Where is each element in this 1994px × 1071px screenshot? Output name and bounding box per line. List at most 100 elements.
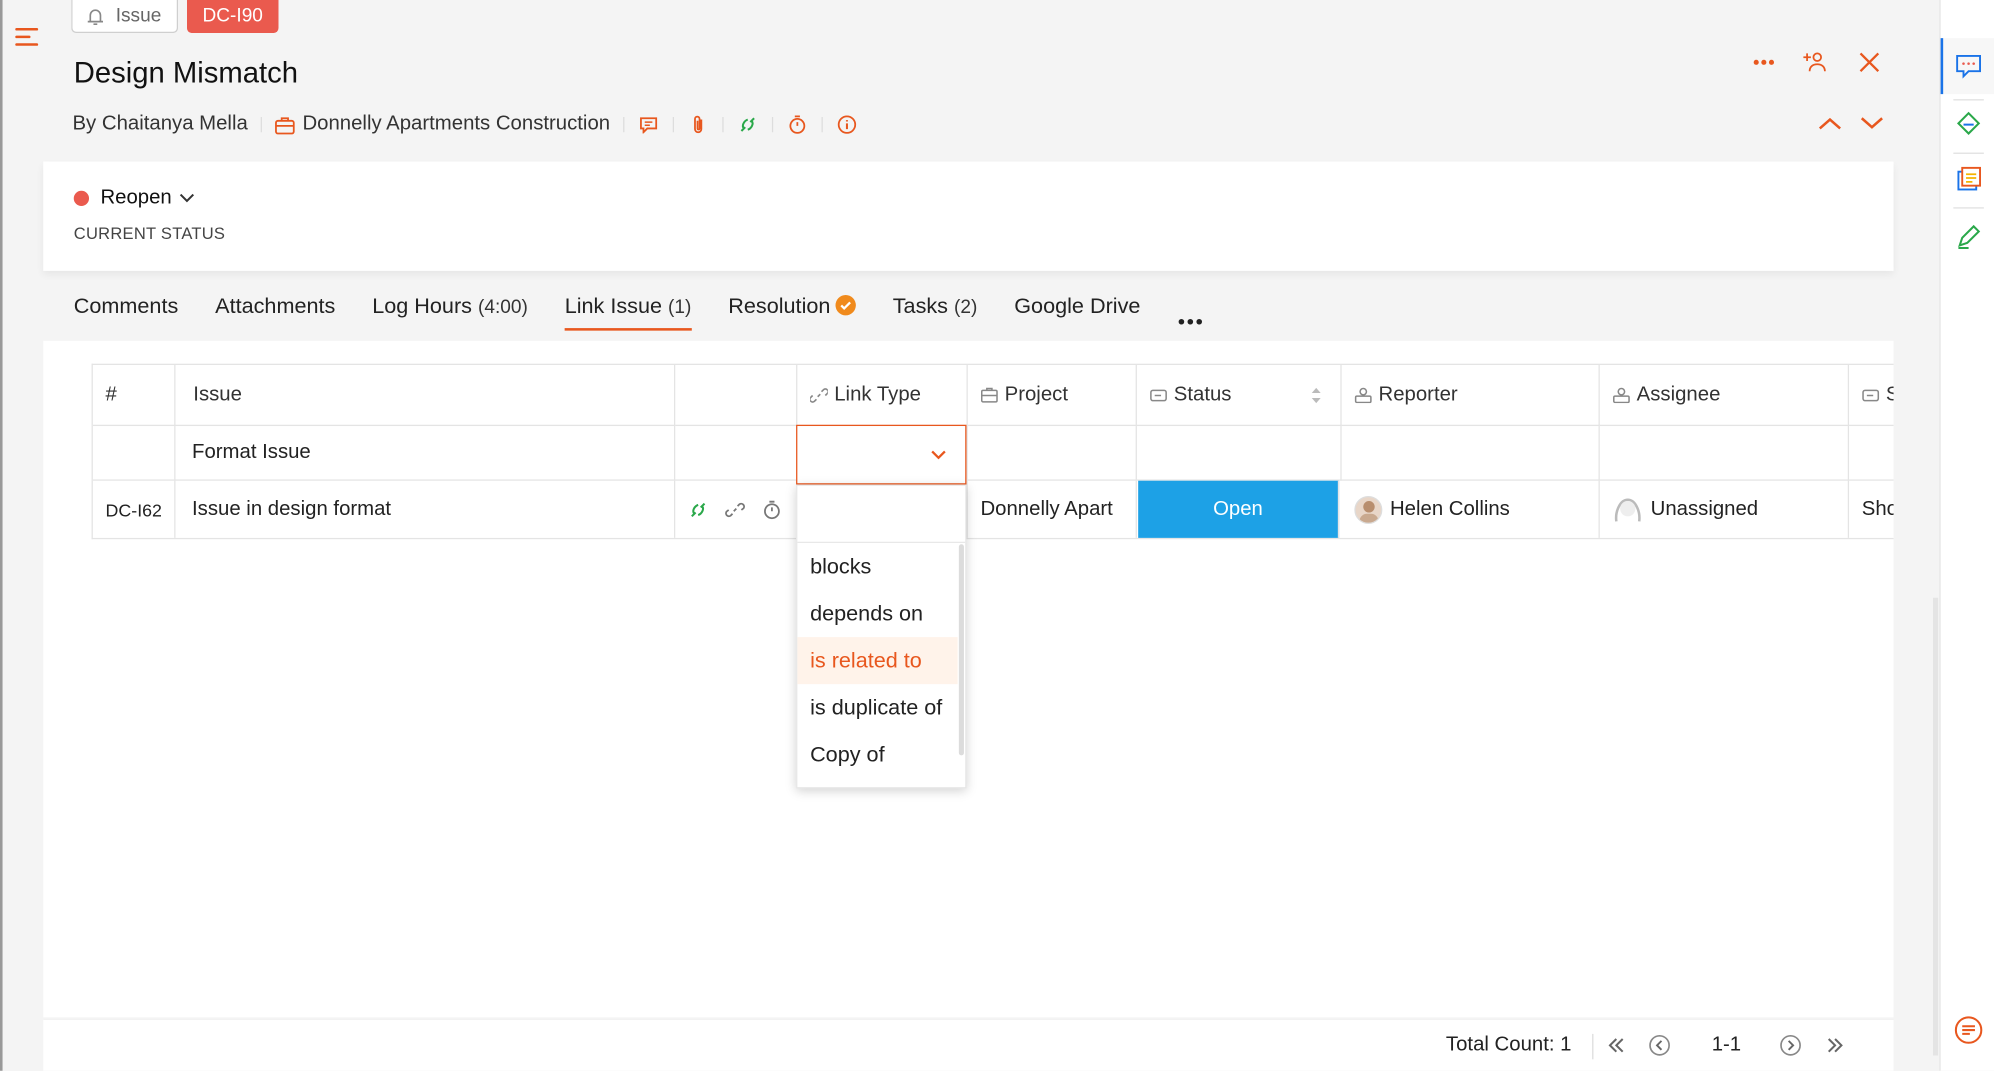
- row-issue-id: DC-I62: [93, 480, 176, 538]
- status-card: Reopen CURRENT STATUS: [43, 161, 1894, 271]
- tab-resolution[interactable]: Resolution: [728, 291, 856, 332]
- divider: [260, 116, 262, 133]
- row-assignee[interactable]: Unassigned: [1600, 480, 1850, 538]
- timer-icon[interactable]: [786, 113, 809, 136]
- filter-cell: [675, 426, 798, 481]
- issue-title[interactable]: Design Mismatch: [74, 56, 298, 90]
- more-actions-icon[interactable]: [1749, 48, 1780, 76]
- tab-tasks[interactable]: Tasks (2): [893, 291, 978, 332]
- follow-user-icon[interactable]: [1801, 48, 1832, 76]
- page-scrollbar[interactable]: [1932, 597, 1939, 1056]
- divider: [1953, 152, 1984, 154]
- filter-cell: [92, 426, 176, 481]
- divider: [1953, 99, 1984, 101]
- assignee-name: Unassigned: [1650, 498, 1759, 521]
- chevron-down-icon: [931, 450, 946, 460]
- tab-log-hours[interactable]: Log Hours (4:00): [372, 291, 528, 332]
- tab-bar: Comments Attachments Log Hours (4:00) Li…: [74, 291, 1240, 332]
- unlink-icon[interactable]: [725, 500, 745, 520]
- last-page-icon[interactable]: [1822, 1033, 1847, 1058]
- link-icon[interactable]: [736, 113, 759, 136]
- status-dropdown[interactable]: Reopen: [100, 187, 195, 210]
- tab-comments[interactable]: Comments: [74, 291, 179, 332]
- dropdown-scrollbar[interactable]: [958, 544, 964, 756]
- col-header-num: #: [92, 364, 176, 427]
- col-header-project[interactable]: Project: [967, 364, 1137, 427]
- issue-search-input[interactable]: Format Issue: [175, 426, 676, 481]
- issue-id-label: DC-I90: [202, 5, 263, 27]
- next-page-icon[interactable]: [1778, 1033, 1803, 1058]
- col-header-status[interactable]: Status: [1136, 364, 1342, 427]
- check-icon: [835, 295, 856, 316]
- status-field-icon: [1150, 389, 1167, 401]
- reporter-name: Helen Collins: [1389, 498, 1510, 521]
- tab-label: Resolution: [728, 293, 831, 318]
- right-rail: [1939, 0, 1994, 1071]
- pen-icon[interactable]: [1951, 219, 1987, 255]
- notes-icon[interactable]: [1951, 162, 1987, 198]
- col-header-actions: [675, 364, 798, 427]
- total-count: Total Count: 1: [1445, 1033, 1572, 1056]
- menu-icon[interactable]: [15, 27, 39, 47]
- left-rail: [0, 0, 44, 1071]
- close-icon[interactable]: [1854, 48, 1885, 76]
- col-header-extra[interactable]: S: [1849, 365, 1894, 427]
- status-label: CURRENT STATUS: [73, 223, 226, 243]
- issue-meta: By Chaitanya Mella Donnelly Apartments C…: [72, 112, 858, 137]
- link-type-option[interactable]: Copy of: [797, 731, 957, 778]
- page-range: 1-1: [1711, 1033, 1742, 1056]
- col-header-assignee[interactable]: Assignee: [1599, 364, 1850, 427]
- filter-cell: [967, 426, 1137, 481]
- status-badge[interactable]: Open: [1138, 480, 1340, 538]
- comment-icon[interactable]: [637, 113, 660, 136]
- timer-icon[interactable]: [762, 500, 782, 520]
- tab-link-issue[interactable]: Link Issue (1): [564, 291, 691, 332]
- more-tabs-icon[interactable]: [1177, 291, 1202, 332]
- link-icon: [810, 387, 828, 403]
- workflow-icon[interactable]: [1951, 107, 1987, 143]
- divider: [1592, 1033, 1594, 1060]
- col-header-reporter[interactable]: Reporter: [1341, 364, 1600, 427]
- header-label: S: [1886, 383, 1894, 406]
- project-link[interactable]: Donnelly Apartments Construction: [302, 113, 610, 136]
- header-label: Assignee: [1636, 383, 1721, 406]
- filter-cell: [1341, 426, 1600, 481]
- filter-cell: [1849, 426, 1894, 481]
- col-header-link-type[interactable]: Link Type: [797, 364, 968, 427]
- header-label: Project: [1004, 383, 1068, 406]
- divider: [672, 116, 674, 133]
- link-icon[interactable]: [688, 500, 708, 520]
- header-label: Link Type: [834, 383, 921, 406]
- link-type-option[interactable]: blocks: [797, 543, 957, 590]
- field-icon: [1862, 389, 1880, 401]
- tab-label: Log Hours: [372, 293, 472, 318]
- row-issue-name[interactable]: Issue in design format: [175, 480, 676, 538]
- sort-icon[interactable]: [1310, 386, 1323, 404]
- link-type-select[interactable]: [796, 424, 967, 485]
- prev-page-icon[interactable]: [1647, 1033, 1672, 1058]
- chevron-up-icon[interactable]: [1816, 109, 1844, 137]
- tab-count: (4:00): [477, 296, 528, 318]
- tab-attachments[interactable]: Attachments: [215, 291, 335, 332]
- link-type-option-highlighted[interactable]: is related to: [797, 637, 958, 685]
- attachment-icon[interactable]: [686, 113, 709, 136]
- filter-cell: [1599, 426, 1850, 481]
- chat-icon[interactable]: [1951, 48, 1987, 84]
- first-page-icon[interactable]: [1604, 1033, 1629, 1058]
- row-reporter: Helen Collins: [1342, 480, 1600, 538]
- chevron-down-icon[interactable]: [1858, 109, 1886, 137]
- user-icon: [1613, 387, 1630, 404]
- chevron-down-icon: [179, 193, 195, 203]
- user-icon: [1354, 387, 1372, 404]
- info-icon[interactable]: [835, 113, 858, 136]
- issue-id-chip: DC-I90: [186, 0, 279, 34]
- tab-label: Attachments: [215, 293, 336, 318]
- link-type-option[interactable]: depends on: [797, 590, 957, 637]
- dropdown-search-input[interactable]: [797, 486, 966, 544]
- link-issue-table: # Issue Link Type Project Status Reporte…: [91, 363, 1894, 540]
- tab-google-drive[interactable]: Google Drive: [1014, 291, 1140, 332]
- tab-label: Tasks: [892, 293, 949, 318]
- expand-menu-icon[interactable]: [1951, 1012, 1987, 1048]
- divider: [622, 116, 625, 133]
- link-type-option[interactable]: is duplicate of: [797, 684, 957, 731]
